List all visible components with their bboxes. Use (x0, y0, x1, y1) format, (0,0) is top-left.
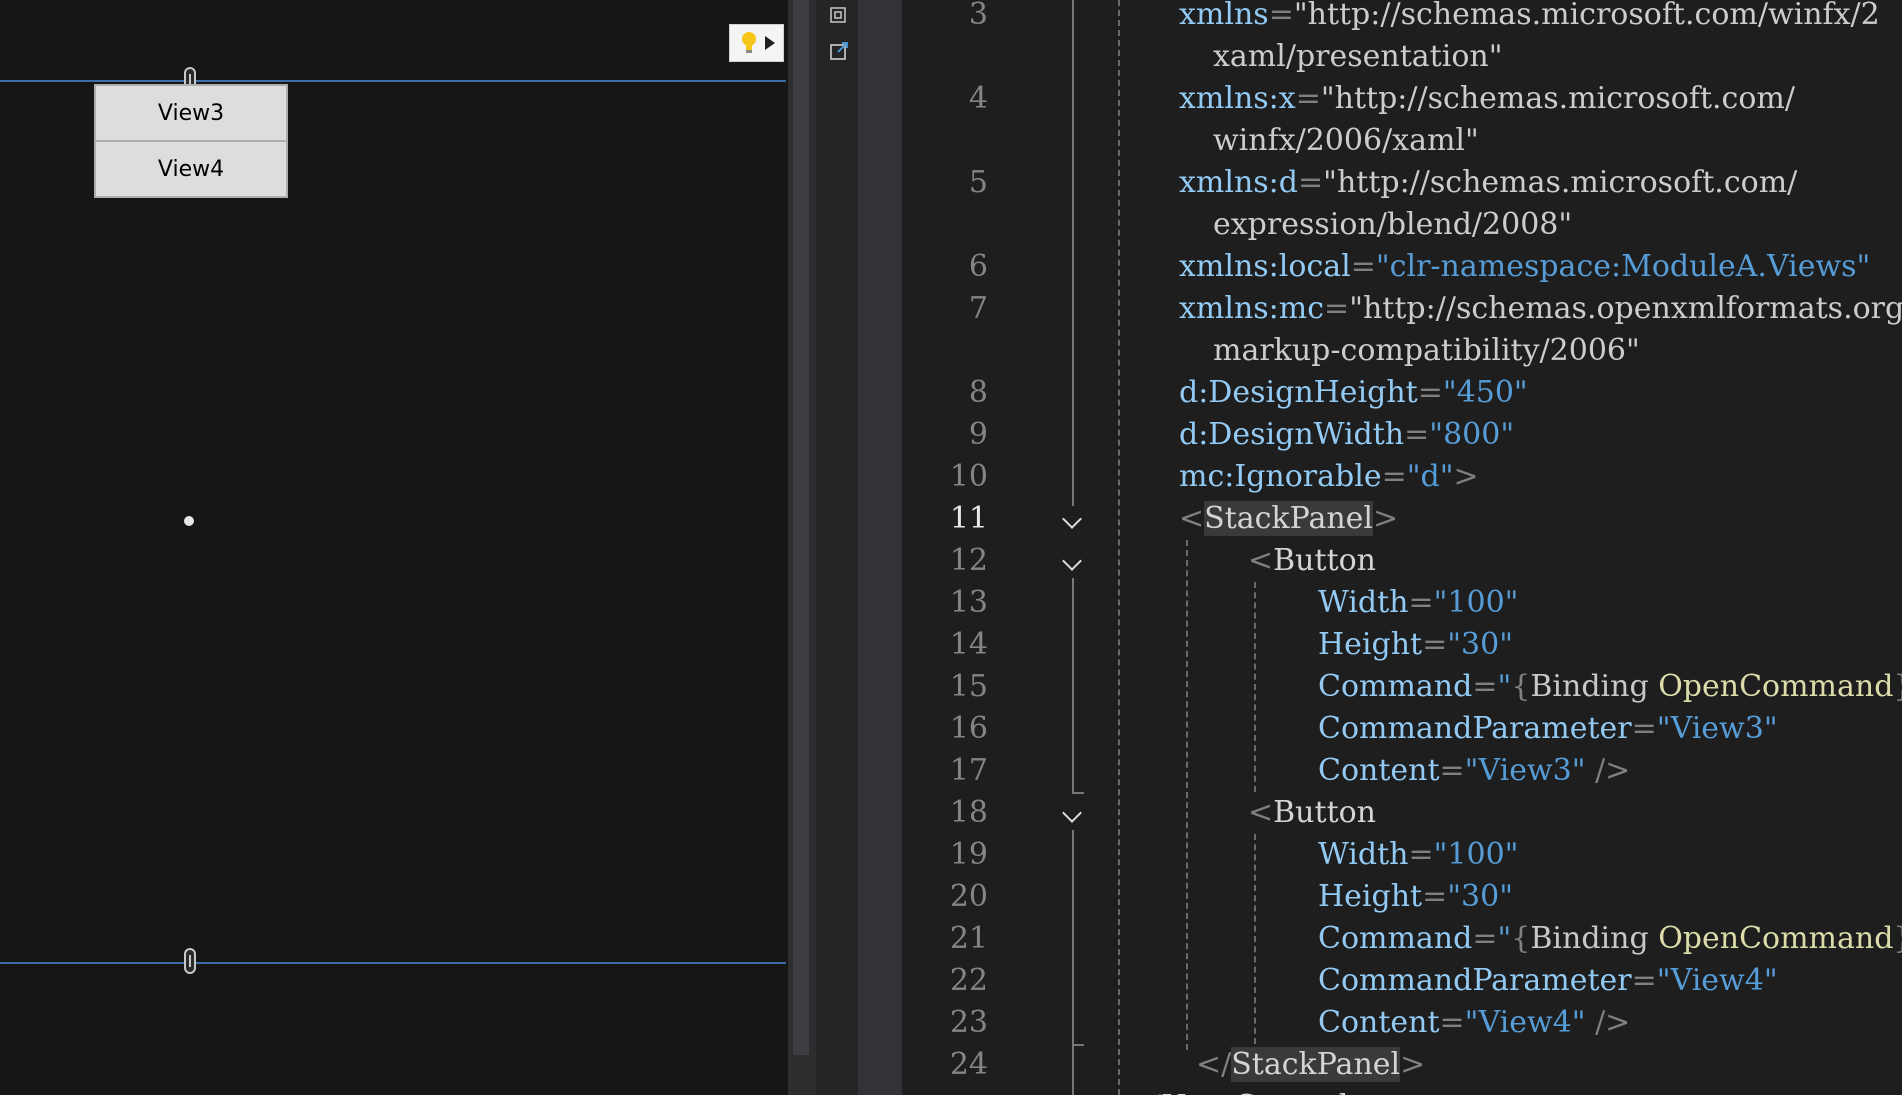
bottom-margin-grip[interactable] (184, 948, 196, 974)
line-number: 17 (949, 753, 988, 788)
code-line[interactable]: </StackPanel> (1196, 1044, 1425, 1086)
line-number: 22 (949, 963, 988, 998)
designer-button-view4[interactable]: View4 (94, 140, 288, 198)
designer-scrollbar-thumb[interactable] (793, 0, 809, 1055)
code-line[interactable]: xmlns:local="clr-namespace:ModuleA.Views… (1179, 246, 1870, 288)
code-line[interactable]: xmlns:d="http://schemas.microsoft.com/ (1179, 162, 1797, 204)
code-line[interactable]: </UserControl> (1126, 1086, 1374, 1095)
fold-chevron-icon[interactable] (1062, 512, 1082, 532)
code-line[interactable]: <StackPanel> (1179, 498, 1398, 540)
line-number: 6 (968, 249, 988, 284)
code-line[interactable]: Height="30" (1318, 876, 1513, 918)
code-line[interactable]: expression/blend/2008" (1213, 204, 1572, 246)
code-line[interactable]: xmlns:x="http://schemas.microsoft.com/ (1179, 78, 1795, 120)
line-number: 15 (949, 669, 988, 704)
fold-chevron-icon[interactable] (1062, 806, 1082, 826)
line-number: 16 (949, 711, 988, 746)
line-number: 20 (949, 879, 988, 914)
line-number: 21 (949, 921, 988, 956)
xaml-code-editor[interactable]: 3 4 5 6 7 8 9 10 11 12 13 14 15 16 17 18 19 20 21 22 23 24 xm… (902, 0, 1902, 1095)
indent-guide (1186, 540, 1188, 1050)
play-arrow-icon (765, 36, 775, 50)
line-number: 14 (949, 627, 988, 662)
code-line[interactable]: d:DesignHeight="450" (1179, 372, 1528, 414)
code-line[interactable]: Content="View4" /> (1318, 1002, 1630, 1044)
line-number: 23 (949, 1005, 988, 1040)
code-line[interactable]: <Button (1248, 540, 1376, 582)
indent-guide (1118, 0, 1120, 1095)
code-line[interactable]: Command="{Binding OpenCommand}" (1318, 918, 1902, 960)
line-number: 9 (968, 417, 988, 452)
pane-tool-strip (816, 0, 858, 1095)
indent-guide (1254, 582, 1256, 792)
expand-pane-icon[interactable] (830, 7, 846, 23)
line-number: 18 (949, 795, 988, 830)
line-number: 8 (968, 375, 988, 410)
designer-button-view3[interactable]: View3 (94, 84, 288, 142)
code-line[interactable]: Width="100" (1318, 582, 1518, 624)
lightbulb-icon (742, 32, 756, 53)
top-margin-guide (0, 80, 786, 82)
fold-guide (1072, 1046, 1074, 1095)
code-line[interactable]: xaml/presentation" (1213, 36, 1503, 78)
line-number: 13 (949, 585, 988, 620)
center-anchor-dot[interactable] (184, 516, 194, 526)
code-line[interactable]: <Button (1248, 792, 1376, 834)
code-line[interactable]: Content="View3" /> (1318, 750, 1630, 792)
line-number: 10 (949, 459, 988, 494)
bottom-margin-guide (0, 962, 786, 964)
code-line[interactable]: d:DesignWidth="800" (1179, 414, 1514, 456)
indent-guide (1254, 834, 1256, 1044)
code-line[interactable]: markup-compatibility/2006" (1213, 330, 1640, 372)
line-number: 7 (968, 291, 988, 326)
code-line[interactable]: xmlns:mc="http://schemas.openxmlformats.… (1179, 288, 1902, 330)
line-number: 5 (968, 165, 988, 200)
line-number: 4 (968, 81, 988, 116)
line-number: 12 (949, 543, 988, 578)
code-line[interactable]: xmlns="http://schemas.microsoft.com/winf… (1179, 0, 1880, 36)
editor-glyph-margin (858, 0, 902, 1095)
fold-guide (1072, 830, 1074, 1045)
line-number: 19 (949, 837, 988, 872)
code-line[interactable]: CommandParameter="View4" (1318, 960, 1778, 1002)
fold-chevron-icon[interactable] (1062, 554, 1082, 574)
line-number: 11 (949, 501, 988, 536)
code-line[interactable]: Width="100" (1318, 834, 1518, 876)
line-number: 24 (949, 1047, 988, 1082)
fold-guide (1072, 0, 1074, 506)
quick-actions-button[interactable] (729, 24, 784, 62)
code-line[interactable]: mc:Ignorable="d"> (1179, 456, 1479, 498)
fold-guide-end (1072, 792, 1084, 794)
code-line[interactable]: winfx/2006/xaml" (1213, 120, 1479, 162)
popout-pane-icon[interactable] (830, 40, 850, 60)
designer-editor-splitter[interactable] (788, 0, 816, 1095)
line-number: 3 (968, 0, 988, 32)
fold-guide (1072, 578, 1074, 793)
code-line[interactable]: Command="{Binding OpenCommand}" (1318, 666, 1902, 708)
code-line[interactable]: CommandParameter="View3" (1318, 708, 1778, 750)
xaml-designer-surface[interactable]: View3 View4 (0, 0, 788, 1095)
code-line[interactable]: Height="30" (1318, 624, 1513, 666)
